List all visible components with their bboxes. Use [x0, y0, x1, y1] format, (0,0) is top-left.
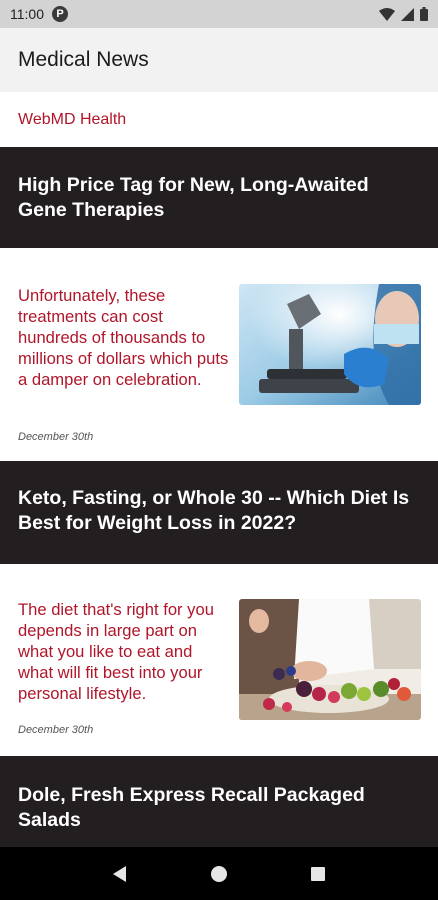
article-title: High Price Tag for New, Long-Awaited Gen… — [18, 174, 369, 221]
battery-icon — [420, 7, 428, 21]
status-time: 11:00 — [10, 6, 44, 22]
signal-icon — [401, 7, 414, 21]
article-summary: The diet that's right for you depends in… — [18, 600, 214, 703]
article-card[interactable]: Unfortunately, these treatments can cost… — [0, 248, 438, 461]
back-icon[interactable] — [111, 865, 129, 883]
article-title: Dole, Fresh Express Recall Packaged Sala… — [18, 784, 365, 831]
article-headline[interactable]: High Price Tag for New, Long-Awaited Gen… — [0, 147, 438, 248]
status-bar: 11:00 P — [0, 0, 438, 28]
article-date: December 30th — [18, 431, 94, 443]
article-date: December 30th — [18, 724, 94, 736]
wifi-icon — [379, 7, 395, 21]
article-headline[interactable]: Dole, Fresh Express Recall Packaged Sala… — [0, 756, 438, 849]
source-name: WebMD Health — [18, 110, 127, 128]
lab-microscope-photo[interactable] — [239, 284, 421, 405]
fruit-plate-photo[interactable] — [239, 599, 421, 720]
page-title: Medical News — [18, 48, 149, 71]
status-icons — [379, 7, 428, 21]
article-headline[interactable]: Keto, Fasting, or Whole 30 -- Which Diet… — [0, 461, 438, 564]
app-bar: Medical News — [0, 28, 438, 92]
article-card[interactable]: The diet that's right for you depends in… — [0, 564, 438, 756]
microscope-image — [239, 284, 421, 405]
news-feed[interactable]: High Price Tag for New, Long-Awaited Gen… — [0, 147, 438, 849]
article-title: Keto, Fasting, or Whole 30 -- Which Diet… — [18, 487, 410, 534]
system-nav-bar — [0, 847, 438, 900]
notification-badge-icon: P — [52, 6, 68, 22]
home-icon[interactable] — [210, 865, 228, 883]
source-label[interactable]: WebMD Health — [0, 92, 438, 147]
article-summary: Unfortunately, these treatments can cost… — [18, 286, 229, 389]
fruit-image — [239, 599, 421, 720]
recents-icon[interactable] — [309, 865, 327, 883]
